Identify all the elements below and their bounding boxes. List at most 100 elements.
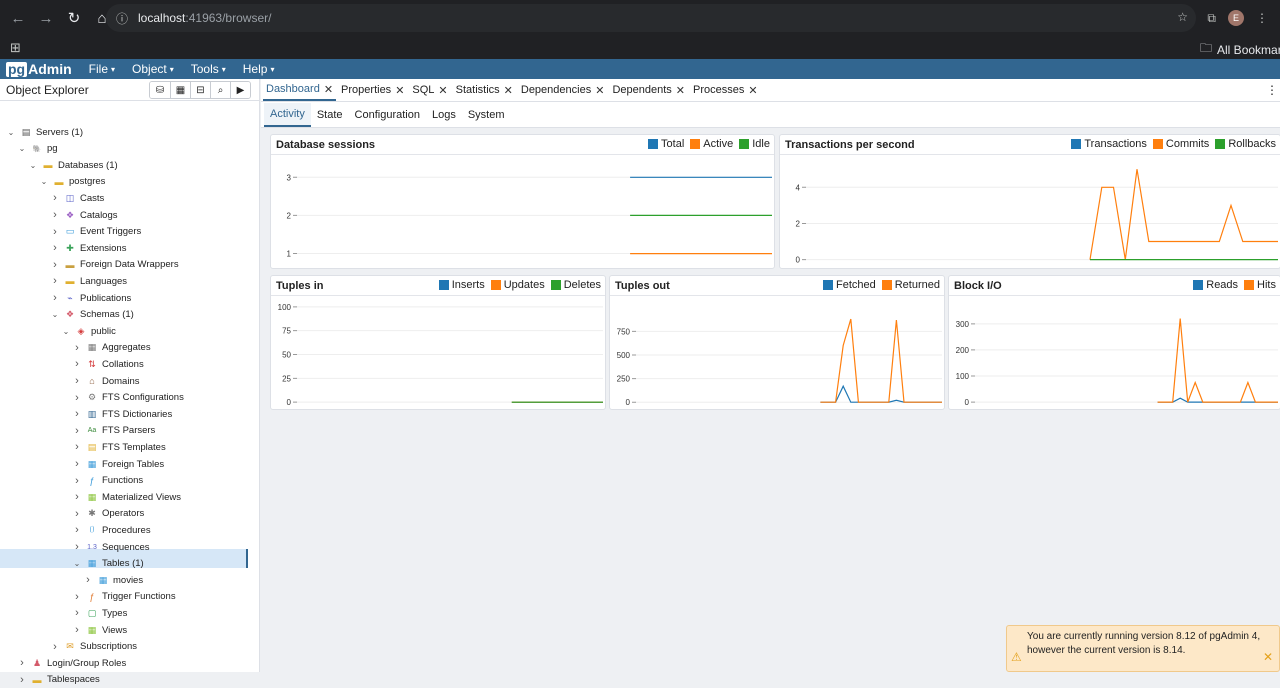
tab-dependencies[interactable]: Dependencies ✕ <box>518 79 608 101</box>
extensions-icon[interactable]: ⧉ <box>1207 11 1216 26</box>
tree-node[interactable]: › Aa FTS Parsers <box>72 423 155 439</box>
apps-grid-icon[interactable]: ⊞ <box>10 40 21 56</box>
tree-node[interactable]: › 1.3 Sequences <box>72 539 149 555</box>
subtab-activity[interactable]: Activity <box>264 102 311 127</box>
tree-node[interactable]: › ▬ Tablespaces <box>17 672 100 688</box>
chevron-right-icon[interactable]: › <box>50 275 60 287</box>
legend-item[interactable]: Active <box>690 138 733 150</box>
tree-node[interactable]: ⌄ ❖ Schemas (1) <box>50 307 134 323</box>
search-objects-icon[interactable]: ⌕ <box>210 82 230 98</box>
tab-processes[interactable]: Processes ✕ <box>690 79 761 101</box>
chevron-right-icon[interactable]: › <box>72 524 82 536</box>
tree-node[interactable]: ⌄ ◈ public <box>61 323 116 339</box>
tree-node[interactable]: ⌄ 🐘 pg <box>17 141 58 157</box>
tree-node[interactable]: › ▭ Event Triggers <box>50 224 141 240</box>
legend-item[interactable]: Reads <box>1193 279 1238 291</box>
chevron-right-icon[interactable]: › <box>72 408 82 420</box>
close-tab-icon[interactable]: ✕ <box>324 83 333 96</box>
chevron-right-icon[interactable]: › <box>50 192 60 204</box>
legend-item[interactable]: Commits <box>1152 138 1209 150</box>
tree-node[interactable]: › ▦ Foreign Tables <box>72 456 164 472</box>
tab-properties[interactable]: Properties ✕ <box>338 79 407 101</box>
legend-item[interactable]: Transactions <box>1071 138 1147 150</box>
close-tab-icon[interactable]: ✕ <box>676 84 685 97</box>
back-arrow-icon[interactable]: ← <box>6 6 30 30</box>
tree-node[interactable]: › ⟮⟯ Procedures <box>72 522 150 538</box>
tree-node[interactable]: › ▦ Aggregates <box>72 340 150 356</box>
chevron-right-icon[interactable]: › <box>50 242 60 254</box>
reload-icon[interactable]: ↻ <box>62 6 86 30</box>
tree-node[interactable]: › ▥ FTS Dictionaries <box>72 406 172 422</box>
subtab-state[interactable]: State <box>311 103 349 127</box>
chevron-right-icon[interactable]: › <box>50 641 60 653</box>
tree-node[interactable]: ⌄ ▬ postgres <box>39 174 106 190</box>
tree-node[interactable]: › ⌁ Publications <box>50 290 131 306</box>
tree-node[interactable]: › ⇅ Collations <box>72 356 144 372</box>
tree-node[interactable]: › ▦ movies <box>83 572 143 588</box>
chevron-right-icon[interactable]: › <box>72 392 82 404</box>
legend-item[interactable]: Inserts <box>438 279 485 291</box>
close-tab-icon[interactable]: ✕ <box>748 84 757 97</box>
chevron-down-icon[interactable]: ⌄ <box>28 161 38 170</box>
tree-node[interactable]: › ⚙ FTS Configurations <box>72 390 184 406</box>
close-tab-icon[interactable]: ✕ <box>504 84 513 97</box>
chevron-right-icon[interactable]: › <box>72 358 82 370</box>
menu-tools[interactable]: Tools ▾ <box>191 62 226 76</box>
tree-node[interactable]: › ▦ Materialized Views <box>72 489 181 505</box>
tree-node[interactable]: ⌄ ▬ Databases (1) <box>28 157 118 173</box>
tree-node[interactable]: › ▬ Foreign Data Wrappers <box>50 257 178 273</box>
tab-statistics[interactable]: Statistics ✕ <box>453 79 516 101</box>
chevron-right-icon[interactable]: › <box>72 624 82 636</box>
chevron-down-icon[interactable]: ⌄ <box>17 144 27 153</box>
tree-node[interactable]: › ▦ Views <box>72 622 127 638</box>
chevron-down-icon[interactable]: ⌄ <box>61 327 71 336</box>
chevron-right-icon[interactable]: › <box>50 292 60 304</box>
tree-node[interactable]: › ⌂ Domains <box>72 373 139 389</box>
chevron-down-icon[interactable]: ⌄ <box>6 128 16 137</box>
legend-item[interactable]: Hits <box>1244 279 1276 291</box>
subtab-logs[interactable]: Logs <box>426 103 462 127</box>
tab-sql[interactable]: SQL ✕ <box>409 79 450 101</box>
query-tool-icon[interactable]: ⛁ <box>150 82 170 98</box>
chevron-right-icon[interactable]: › <box>72 607 82 619</box>
chevron-right-icon[interactable]: › <box>72 458 82 470</box>
chevron-right-icon[interactable]: › <box>72 541 82 553</box>
tree-node[interactable]: ⌄ ▦ Tables (1) <box>72 556 144 572</box>
menu-help[interactable]: Help ▾ <box>243 62 275 76</box>
legend-item[interactable]: Idle <box>739 138 770 150</box>
chevron-right-icon[interactable]: › <box>50 259 60 271</box>
tree-node[interactable]: › ƒ Trigger Functions <box>72 589 175 605</box>
legend-item[interactable]: Updates <box>490 279 545 291</box>
tab-dashboard[interactable]: Dashboard ✕ <box>263 79 337 101</box>
chevron-right-icon[interactable]: › <box>50 209 60 221</box>
tree-node[interactable]: › ◫ Casts <box>50 190 104 206</box>
legend-item[interactable]: Rollbacks <box>1215 138 1276 150</box>
bookmark-star-icon[interactable]: ☆ <box>1177 10 1188 24</box>
chevron-right-icon[interactable]: › <box>83 574 93 586</box>
close-tab-icon[interactable]: ✕ <box>438 84 447 97</box>
psql-tool-icon[interactable]: ▶ <box>230 82 250 98</box>
tree-node[interactable]: › ✉ Subscriptions <box>50 639 137 655</box>
chevron-right-icon[interactable]: › <box>72 375 82 387</box>
menu-object[interactable]: Object ▾ <box>132 62 174 76</box>
tree-node[interactable]: › ❖ Catalogs <box>50 207 117 223</box>
subtab-system[interactable]: System <box>462 103 511 127</box>
menu-file[interactable]: File ▾ <box>89 62 115 76</box>
tree-node[interactable]: › ✱ Operators <box>72 506 144 522</box>
filtered-rows-icon[interactable]: ⊟ <box>190 82 210 98</box>
tree-node[interactable]: › ▤ FTS Templates <box>72 439 166 455</box>
close-icon[interactable]: ✕ <box>1263 650 1273 664</box>
more-options-icon[interactable]: ⋮ <box>1266 83 1278 97</box>
tree-node[interactable]: ⌄ ▤ Servers (1) <box>6 124 83 140</box>
chevron-right-icon[interactable]: › <box>72 441 82 453</box>
chevron-down-icon[interactable]: ⌄ <box>50 310 60 319</box>
view-data-icon[interactable]: ▦ <box>170 82 190 98</box>
chevron-right-icon[interactable]: › <box>50 226 60 238</box>
tab-dependents[interactable]: Dependents ✕ <box>609 79 688 101</box>
legend-item[interactable]: Fetched <box>822 279 876 291</box>
address-bar[interactable]: ⓘ localhost:41963/browser/ ☆ <box>106 4 1196 32</box>
legend-item[interactable]: Total <box>648 138 684 150</box>
subtab-configuration[interactable]: Configuration <box>349 103 426 127</box>
close-tab-icon[interactable]: ✕ <box>395 84 404 97</box>
chevron-right-icon[interactable]: › <box>72 425 82 437</box>
